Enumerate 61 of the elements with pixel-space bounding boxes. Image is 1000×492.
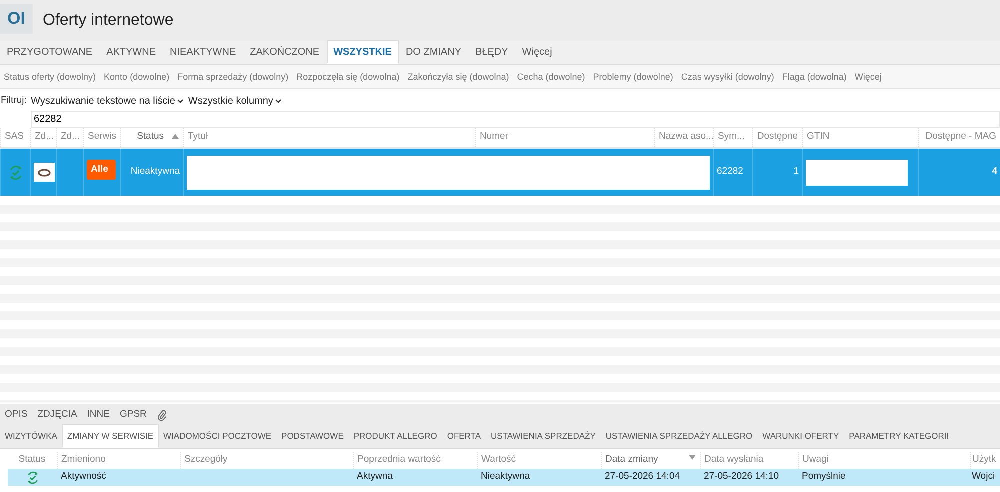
app-badge: OI	[0, 4, 33, 34]
table-row[interactable]: Alle Nieaktywna 62282 1 4	[0, 148, 1000, 196]
section-tab[interactable]: INNE	[82, 404, 115, 426]
table-cell: 62282	[717, 166, 744, 178]
sync-check-icon	[26, 470, 40, 484]
filter-link[interactable]: Cecha (dowolne)	[513, 64, 590, 88]
tab[interactable]: WSZYSTKIE	[326, 40, 399, 64]
caret-icon[interactable]	[275, 98, 282, 104]
tab[interactable]: WARUNKI OFERTY	[758, 424, 844, 448]
filter-label: Filtruj:	[0, 94, 28, 108]
sync-check-icon	[8, 164, 24, 180]
tab[interactable]: PRZYGOTOWANE	[0, 40, 100, 64]
search-field[interactable]: 62282	[31, 111, 1000, 128]
product-thumbnail	[34, 163, 55, 182]
tab[interactable]: PODSTAWOWE	[276, 424, 349, 448]
tab[interactable]: DO ZMIANY	[398, 40, 468, 64]
section-tab[interactable]: ZDJĘCIA	[32, 404, 82, 426]
table-cell: Aktywność	[61, 471, 106, 482]
sort-arrow-icon[interactable]	[688, 455, 696, 460]
tab[interactable]: USTAWIENIA SPRZEDAŻY	[486, 424, 601, 448]
service-tag: Alle	[87, 160, 116, 180]
table-cell: 27-05-2026 14:04	[605, 471, 680, 482]
filter-link[interactable]: Status oferty (dowolny)	[0, 64, 100, 88]
table-cell: Wojci	[972, 471, 996, 482]
table-cell: 1	[794, 166, 799, 178]
tab[interactable]: USTAWIENIA SPRZEDAŻY ALLEGRO	[600, 424, 758, 448]
table-cell: Nieaktywna	[130, 166, 180, 178]
tab[interactable]: NIEAKTYWNE	[163, 40, 244, 64]
tab[interactable]: BŁĘDY	[468, 40, 516, 64]
tab[interactable]: PRODUKT ALLEGRO	[348, 424, 442, 448]
table-row[interactable]: Aktywność Aktywna Nieaktywna 27-05-2026 14:04 27-05-2026 14:10 Pomyślnie Wojci	[8, 469, 1000, 486]
table-cell: Nieaktywna	[481, 471, 530, 482]
tab[interactable]: WIADOMOŚCI POCZTOWE	[158, 424, 277, 448]
filter-dropdown[interactable]: Wszystkie kolumny	[188, 94, 274, 108]
tab[interactable]: WIZYTÓWKA	[0, 424, 62, 448]
section-tab[interactable]: GPSR	[115, 404, 152, 426]
table-cell: Pomyślnie	[802, 471, 846, 482]
filter-link[interactable]: Zakończyła się (dowolna)	[404, 64, 514, 88]
tab[interactable]: PARAMETRY KATEGORII	[844, 424, 954, 448]
column-header[interactable]: Status	[8, 452, 57, 469]
sort-arrow-icon[interactable]	[172, 134, 179, 140]
table-cell: Aktywna	[357, 471, 393, 482]
table-cell: 27-05-2026 14:10	[704, 471, 780, 482]
tab[interactable]: ZAKOŃCZONE	[243, 40, 327, 64]
filter-link[interactable]: Więcej	[850, 64, 886, 88]
tab[interactable]: Więcej	[515, 40, 560, 64]
filter-link[interactable]: Forma sprzedaży (dowolny)	[174, 64, 293, 88]
filter-link[interactable]: Czas wysyłki (dowolny)	[677, 64, 778, 88]
tab[interactable]: OFERTA	[442, 424, 486, 448]
tab[interactable]: AKTYWNE	[100, 40, 164, 64]
page-title: Oferty internetowe	[43, 11, 174, 31]
paperclip-icon[interactable]	[156, 408, 167, 422]
tab[interactable]: ZMIANY W SERWISIE	[62, 424, 159, 448]
caret-icon[interactable]	[177, 98, 184, 104]
table-cell: 4	[992, 166, 998, 178]
section-tab[interactable]: OPIS	[0, 404, 33, 426]
filter-link[interactable]: Flaga (dowolna)	[778, 64, 851, 88]
filter-link[interactable]: Rozpoczęła się (dowolna)	[292, 64, 404, 88]
filter-link[interactable]: Problemy (dowolne)	[589, 64, 678, 88]
filter-dropdown[interactable]: Wyszukiwanie tekstowe na liście	[31, 94, 176, 108]
filter-link[interactable]: Konto (dowolne)	[100, 64, 174, 88]
